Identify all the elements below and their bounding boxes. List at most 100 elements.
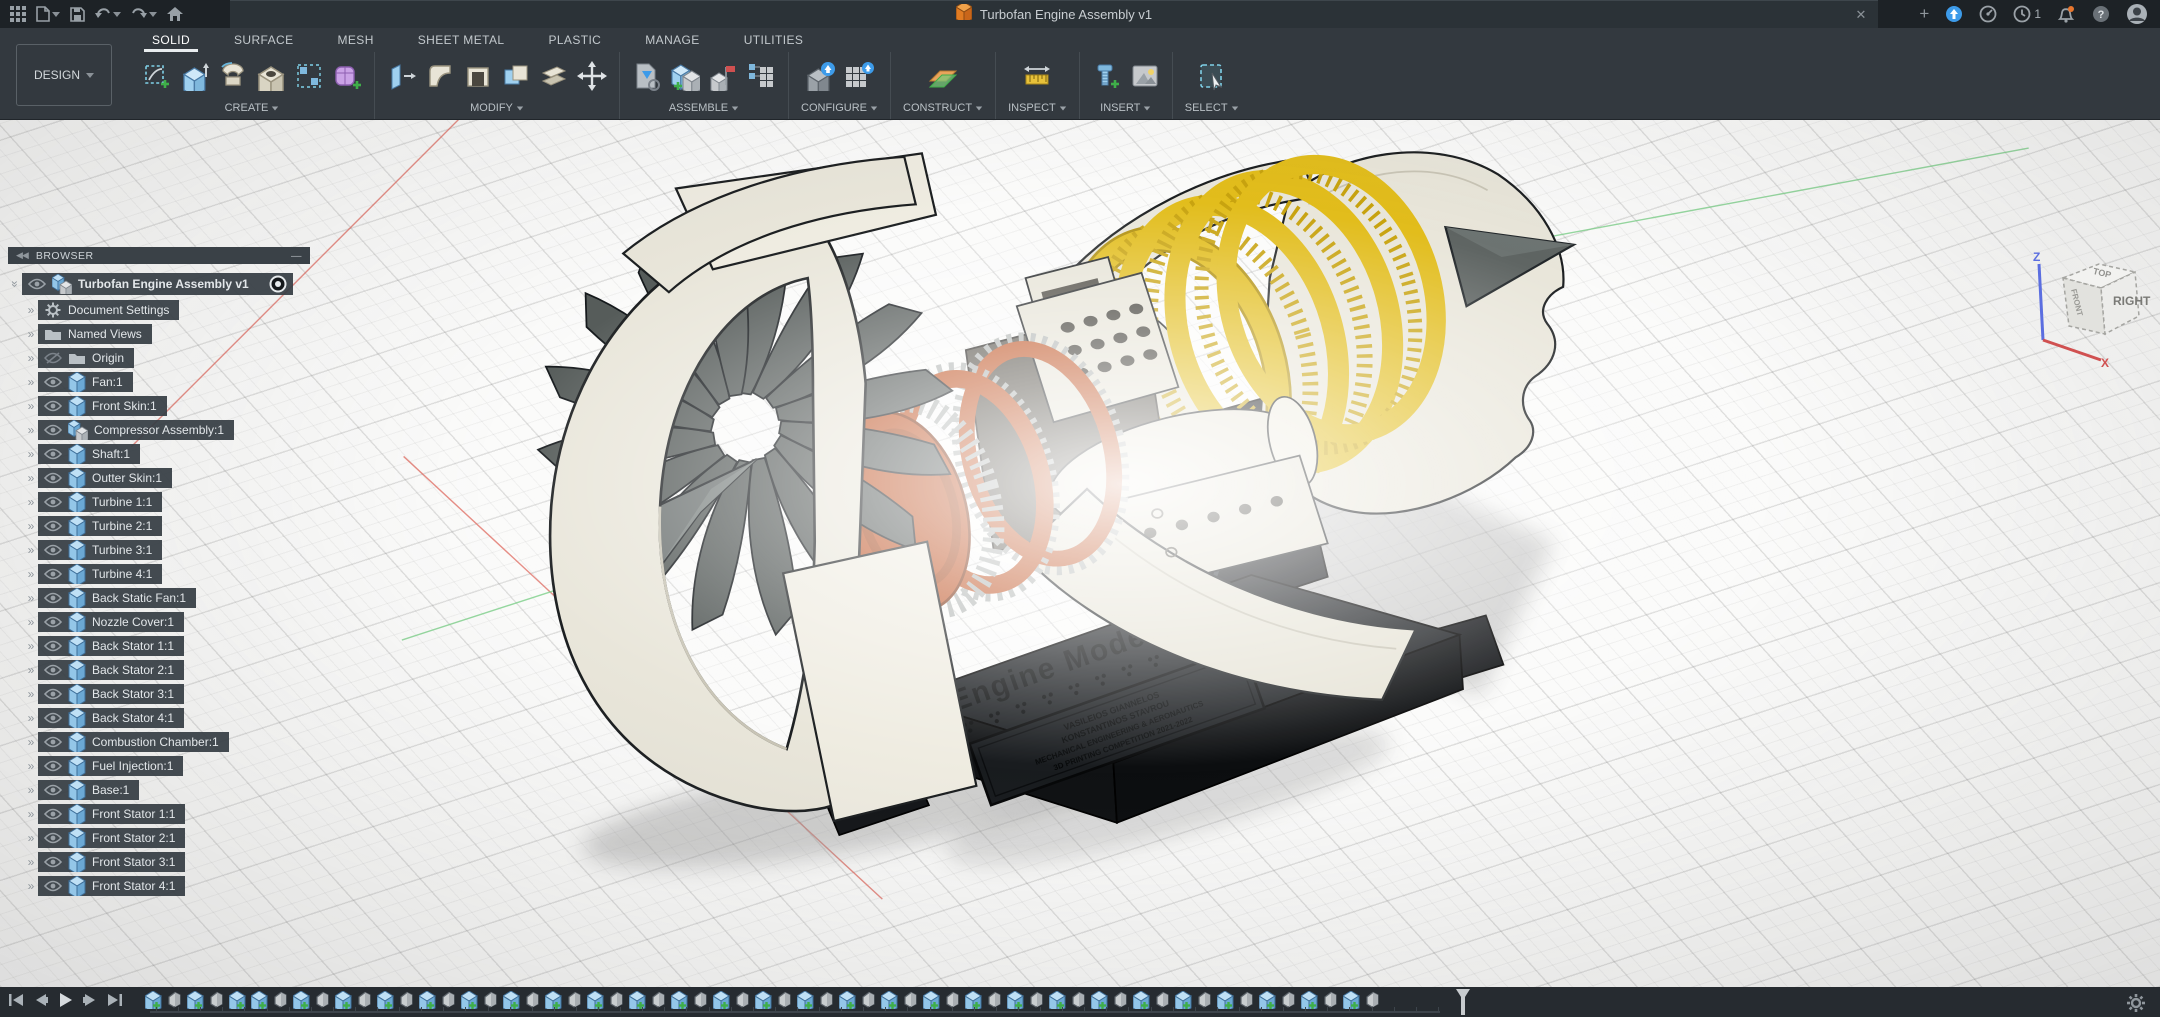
chevron-collapsed-icon[interactable]: » [24,808,38,820]
chevron-collapsed-icon[interactable]: » [24,448,38,460]
visibility-eye-icon[interactable] [44,640,62,652]
new-tab-icon[interactable]: + [1919,4,1929,24]
timeline-body-marker[interactable] [819,991,834,1009]
timeline-component-marker[interactable] [145,991,162,1009]
activate-component-radio[interactable] [269,275,287,293]
browser-row[interactable]: » Turbine 1:1 [24,490,310,514]
workspace-switcher[interactable]: DESIGN [16,44,112,106]
chevron-collapsed-icon[interactable]: » [24,328,38,340]
create-sketch-icon[interactable] [142,61,172,96]
press-pull-icon[interactable] [387,61,417,96]
timeline-component-marker[interactable] [461,991,478,1009]
timeline-body-marker[interactable] [483,991,498,1009]
step-back-icon[interactable] [33,993,49,1012]
app-grid-icon[interactable] [10,6,26,22]
chevron-collapsed-icon[interactable]: » [24,472,38,484]
timeline-settings-gear-icon[interactable] [2126,993,2146,1017]
timeline-body-marker[interactable] [399,991,414,1009]
shell-icon[interactable] [463,61,493,96]
timeline-body-marker[interactable] [693,991,708,1009]
measure-icon[interactable] [1022,61,1052,96]
user-avatar[interactable] [2126,3,2148,25]
browser-row[interactable]: » Front Skin:1 [24,394,310,418]
revolve-icon[interactable] [218,61,248,96]
timeline-body-marker[interactable] [1323,991,1338,1009]
chevron-collapsed-icon[interactable]: » [24,544,38,556]
browser-row[interactable]: » Turbine 3:1 [24,538,310,562]
group-label[interactable]: ASSEMBLE [669,102,728,114]
tab-surface[interactable]: SURFACE [212,28,315,52]
visibility-eye-icon[interactable] [44,808,62,820]
group-label[interactable]: CONSTRUCT [903,102,972,114]
visibility-eye-icon[interactable] [44,400,62,412]
visibility-eye-icon[interactable] [44,664,62,676]
timeline-body-marker[interactable] [167,991,182,1009]
go-to-end-icon[interactable] [107,993,123,1012]
visibility-eye-icon[interactable] [44,424,62,436]
tab-utilities[interactable]: UTILITIES [722,28,826,52]
home-icon[interactable] [167,7,183,22]
configuration-icon[interactable] [806,61,836,96]
undo-icon[interactable] [95,7,121,21]
timeline-component-marker[interactable] [335,991,352,1009]
timeline-component-marker[interactable] [1007,991,1024,1009]
tab-solid[interactable]: SOLID [130,28,212,52]
job-status-icon[interactable] [1979,5,1997,23]
chevron-collapsed-icon[interactable]: » [24,640,38,652]
timeline-component-marker[interactable] [251,991,268,1009]
browser-row[interactable]: » Fuel Injection:1 [24,754,310,778]
step-forward-icon[interactable] [82,993,98,1012]
timeline-body-marker[interactable] [1155,991,1170,1009]
model-viewport[interactable]: fan Engine Model [0,120,2160,987]
timeline-component-marker[interactable] [1217,991,1234,1009]
tab-sheet-metal[interactable]: SHEET METAL [396,28,527,52]
timeline-playhead[interactable] [1456,989,1470,1015]
viewcube-front-face[interactable]: RIGHT [2113,294,2150,308]
timeline-component-marker[interactable] [503,991,520,1009]
group-label[interactable]: INSPECT [1008,102,1056,114]
browser-row[interactable]: » Front Stator 4:1 [24,874,310,898]
insert-canvas-icon[interactable] [1130,61,1160,96]
timeline-body-marker[interactable] [735,991,750,1009]
chevron-collapsed-icon[interactable]: » [24,760,38,772]
timeline-component-marker[interactable] [755,991,772,1009]
view-cube[interactable]: RIGHT TOP FRONT Z X [2005,242,2160,372]
browser-row[interactable]: » Turbofan Engine Assembly v1 [8,272,310,296]
browser-row[interactable]: » Nozzle Cover:1 [24,610,310,634]
rigid-group-icon[interactable] [746,61,776,96]
visibility-eye-icon[interactable] [44,736,62,748]
visibility-eye-icon[interactable] [44,616,62,628]
group-label[interactable]: MODIFY [470,102,513,114]
tab-mesh[interactable]: MESH [316,28,396,52]
turbofan-model[interactable]: fan Engine Model [0,120,2160,987]
timeline-body-marker[interactable] [315,991,330,1009]
visibility-eye-icon[interactable] [44,688,62,700]
visibility-eye-icon[interactable] [44,544,62,556]
document-tab[interactable]: Turbofan Engine Assembly v1 ✕ [230,0,1878,28]
browser-header[interactable]: ◀◀ BROWSER — [8,247,310,264]
redo-icon[interactable] [131,7,157,21]
browser-row[interactable]: » Back Stator 4:1 [24,706,310,730]
browser-row[interactable]: » Front Stator 2:1 [24,826,310,850]
visibility-eye-icon[interactable] [44,568,62,580]
chevron-collapsed-icon[interactable]: » [24,832,38,844]
hole-icon[interactable] [256,61,286,96]
group-label[interactable]: CREATE [225,102,269,114]
browser-row[interactable]: » Combustion Chamber:1 [24,730,310,754]
browser-row[interactable]: » Back Stator 1:1 [24,634,310,658]
play-icon[interactable] [58,992,73,1013]
visibility-eye-icon[interactable] [44,880,62,892]
timeline-component-marker[interactable] [797,991,814,1009]
chevron-collapsed-icon[interactable]: » [24,736,38,748]
browser-row[interactable]: » Base:1 [24,778,310,802]
chevron-collapsed-icon[interactable]: » [24,664,38,676]
extrude-icon[interactable] [180,61,210,96]
browser-row[interactable]: » Shaft:1 [24,442,310,466]
chevron-collapsed-icon[interactable]: » [24,520,38,532]
joint-icon[interactable] [670,61,700,96]
chevron-expanded-icon[interactable]: » [9,277,21,291]
minimize-panel-icon[interactable]: — [291,250,302,262]
chevron-collapsed-icon[interactable]: » [24,568,38,580]
group-label[interactable]: CONFIGURE [801,102,867,114]
form-icon[interactable] [332,61,362,96]
